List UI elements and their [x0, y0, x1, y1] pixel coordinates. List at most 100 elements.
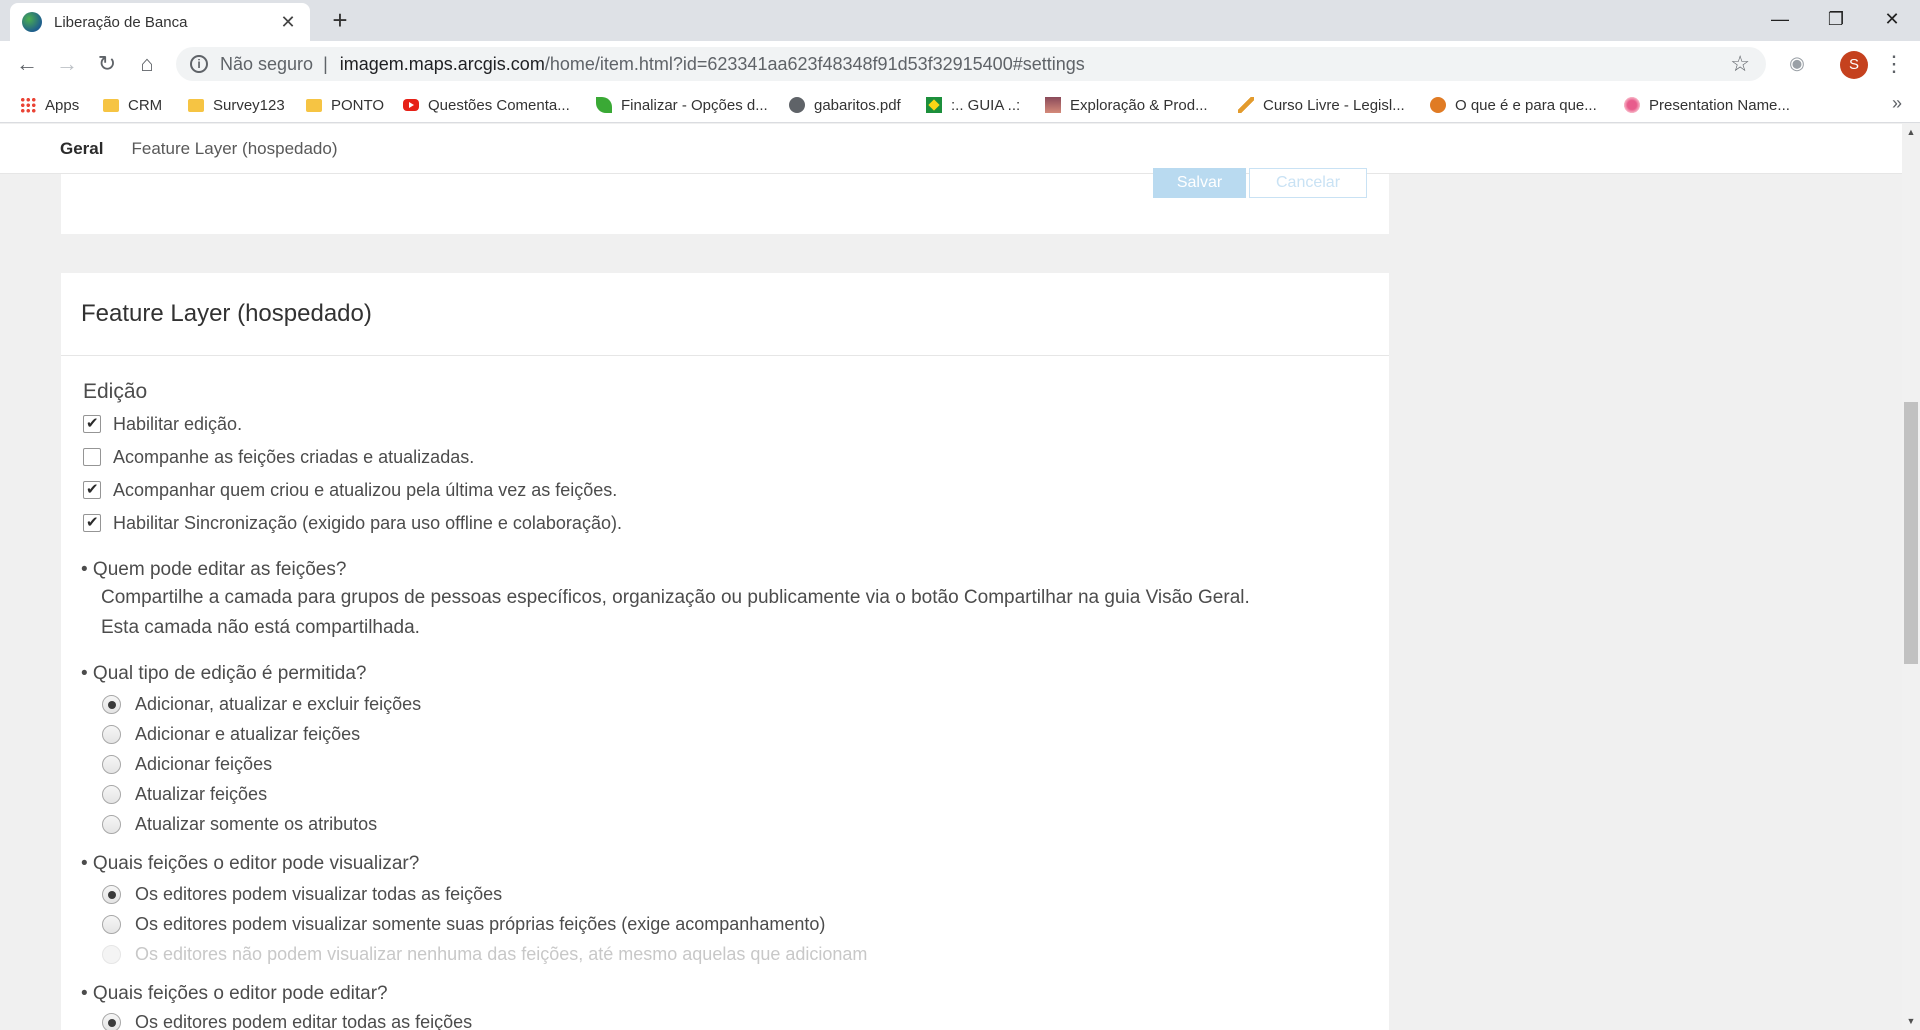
checkbox-row-track-created[interactable]: Acompanhe as feições criadas e atualizad… — [83, 445, 474, 469]
bookmark-label: O que é e para que... — [1455, 96, 1597, 114]
cancel-button[interactable]: Cancelar — [1249, 168, 1367, 198]
radio-button[interactable] — [102, 724, 121, 744]
bookmark-o-que-e[interactable]: O que é e para que... — [1430, 94, 1597, 116]
bookmark-label: Finalizar - Opções d... — [621, 96, 768, 114]
bookmark-exploracao[interactable]: Exploração & Prod... — [1045, 94, 1208, 116]
radio-row-add-update[interactable]: Adicionar e atualizar feições — [102, 722, 360, 746]
browser-tab[interactable]: Liberação de Banca ✕ — [10, 3, 310, 41]
flower-icon — [1624, 97, 1640, 113]
folder-icon — [306, 98, 322, 112]
close-tab-icon[interactable]: ✕ — [278, 12, 298, 33]
radio-button[interactable] — [102, 784, 121, 804]
radio-button[interactable] — [102, 814, 121, 834]
tab-geral[interactable]: Geral — [60, 139, 103, 159]
bookmark-survey123[interactable]: Survey123 — [188, 94, 285, 116]
address-separator: | — [323, 53, 328, 74]
radio-button[interactable] — [102, 754, 121, 774]
radio-button[interactable] — [102, 914, 121, 934]
question-edit-features: • Quais feições o editor pode editar? — [81, 983, 388, 1004]
bookmark-curso-livre[interactable]: Curso Livre - Legisl... — [1238, 94, 1405, 116]
bookmarks-overflow-icon[interactable]: » — [1892, 93, 1902, 114]
radio-label: Atualizar somente os atributos — [135, 813, 378, 834]
page-viewport: Geral Feature Layer (hospedado) Salvar C… — [0, 124, 1902, 1030]
minimize-button[interactable]: — — [1752, 0, 1808, 38]
bookmark-label: Survey123 — [213, 96, 285, 114]
checkbox[interactable] — [83, 513, 101, 532]
item-subnav: Geral Feature Layer (hospedado) — [0, 124, 1902, 174]
eye-slash-extension-icon[interactable]: ◉ — [1782, 53, 1812, 75]
profile-avatar[interactable]: S — [1840, 51, 1868, 79]
folder-icon — [188, 98, 204, 112]
radio-button[interactable] — [102, 884, 121, 904]
tab-title: Liberação de Banca — [54, 13, 188, 31]
radio-button[interactable] — [102, 694, 121, 714]
radio-label: Os editores podem editar todas as feiçõe… — [135, 1011, 473, 1030]
security-label[interactable]: Não seguro — [220, 54, 313, 75]
page-scrollbar[interactable]: ▲ ▼ — [1902, 124, 1920, 1030]
radio-row-add[interactable]: Adicionar feições — [102, 752, 272, 776]
radio-row-add-update-delete[interactable]: Adicionar, atualizar e excluir feições — [102, 692, 421, 716]
home-icon[interactable]: ⌂ — [132, 49, 162, 79]
reload-icon[interactable]: ↻ — [92, 49, 122, 79]
card-header: Feature Layer (hospedado) — [61, 273, 1389, 356]
radio-row-view-own[interactable]: Os editores podem visualizar somente sua… — [102, 912, 825, 936]
radio-button — [102, 944, 121, 964]
menu-kebab-icon[interactable]: ⋮ — [1882, 49, 1906, 79]
flag-icon — [926, 97, 942, 113]
bookmark-finalizar[interactable]: Finalizar - Opções d... — [596, 94, 768, 116]
bookmark-questoes[interactable]: Questões Comenta... — [403, 94, 570, 116]
bookmark-ponto[interactable]: PONTO — [306, 94, 384, 116]
bookmark-star-icon[interactable]: ☆ — [1730, 51, 1750, 77]
sharing-note: Compartilhe a camada para grupos de pess… — [101, 587, 1250, 608]
bookmark-presentation[interactable]: Presentation Name... — [1624, 94, 1790, 116]
info-icon[interactable]: i — [190, 55, 208, 73]
bookmark-crm[interactable]: CRM — [103, 94, 162, 116]
radio-label: Adicionar feições — [135, 753, 273, 774]
checkbox-row-track-who[interactable]: Acompanhar quem criou e atualizou pela ú… — [83, 478, 617, 502]
browser-toolbar: ← → ↻ ⌂ i Não seguro | imagem.maps.arcgi… — [0, 41, 1920, 87]
folder-icon — [103, 98, 119, 112]
bookmark-apps[interactable]: Apps — [20, 94, 79, 116]
radio-row-update-attributes[interactable]: Atualizar somente os atributos — [102, 812, 377, 836]
url-path: /home/item.html?id=623341aa623f48348f91d… — [544, 53, 1085, 74]
arcgis-globe-icon — [22, 12, 42, 32]
tab-feature-layer[interactable]: Feature Layer (hospedado) — [131, 139, 337, 159]
radio-row-view-all[interactable]: Os editores podem visualizar todas as fe… — [102, 882, 502, 906]
restore-button[interactable]: ❐ — [1808, 0, 1864, 38]
radio-row-view-none: Os editores não podem visualizar nenhuma… — [102, 942, 867, 966]
address-bar[interactable]: i Não seguro | imagem.maps.arcgis.com /h… — [176, 47, 1766, 81]
bookmark-label: Curso Livre - Legisl... — [1263, 96, 1405, 114]
scroll-down-arrow-icon[interactable]: ▼ — [1902, 1013, 1920, 1030]
scroll-up-arrow-icon[interactable]: ▲ — [1902, 124, 1920, 141]
forward-arrow-icon[interactable]: → — [52, 49, 82, 79]
bookmark-label: Exploração & Prod... — [1070, 96, 1208, 114]
checkbox-label: Habilitar edição. — [113, 413, 243, 434]
plane-icon — [1238, 97, 1254, 113]
checkbox-label: Habilitar Sincronização (exigido para us… — [113, 512, 622, 533]
close-window-button[interactable]: ✕ — [1864, 0, 1920, 38]
youtube-icon — [403, 99, 419, 111]
bookmark-label: :.. GUIA ..: — [951, 96, 1021, 114]
save-button[interactable]: Salvar — [1153, 168, 1246, 198]
browser-tabstrip: Liberação de Banca ✕ + — ❐ ✕ — [0, 0, 1920, 41]
checkbox-label: Acompanhar quem criou e atualizou pela ú… — [113, 479, 618, 500]
section-title-edicao: Edição — [83, 380, 148, 403]
scrollbar-thumb[interactable] — [1904, 402, 1918, 664]
radio-row-update[interactable]: Atualizar feições — [102, 782, 267, 806]
new-tab-button[interactable]: + — [326, 6, 354, 34]
checkbox-row-enable-editing[interactable]: Habilitar edição. — [83, 412, 242, 436]
bookmark-gabaritos[interactable]: gabaritos.pdf — [789, 94, 901, 116]
radio-label: Adicionar, atualizar e excluir feições — [135, 693, 422, 714]
checkbox[interactable] — [83, 480, 101, 499]
radio-button[interactable] — [102, 1012, 121, 1030]
radio-row-edit-all[interactable]: Os editores podem editar todas as feiçõe… — [102, 1010, 472, 1030]
question-edit-type: • Qual tipo de edição é permitida? — [81, 663, 367, 684]
radio-label: Os editores podem visualizar todas as fe… — [135, 883, 503, 904]
radio-label: Atualizar feições — [135, 783, 268, 804]
checkbox-row-enable-sync[interactable]: Habilitar Sincronização (exigido para us… — [83, 511, 622, 535]
card-title: Feature Layer (hospedado) — [81, 300, 372, 327]
checkbox[interactable] — [83, 448, 101, 466]
checkbox[interactable] — [83, 414, 101, 433]
back-arrow-icon[interactable]: ← — [12, 49, 42, 79]
bookmark-guia[interactable]: :.. GUIA ..: — [926, 94, 1020, 116]
